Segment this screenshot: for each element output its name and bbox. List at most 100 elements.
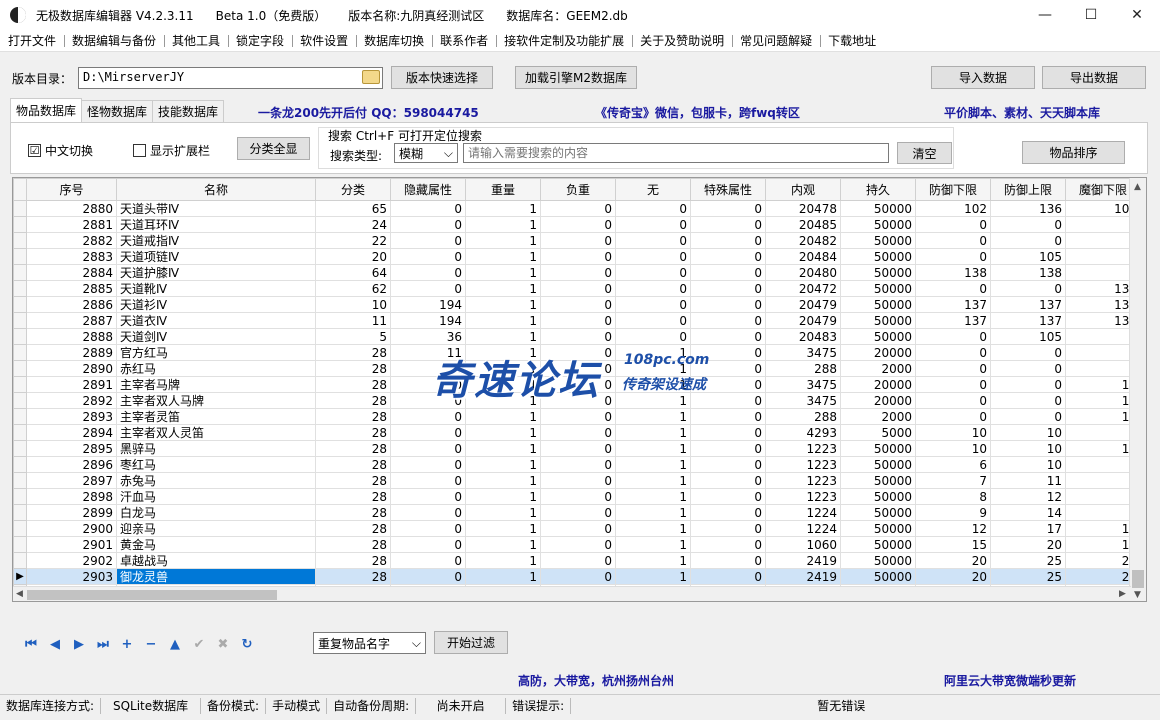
table-cell[interactable]: 0 <box>915 232 991 249</box>
table-cell[interactable]: 2882 <box>26 232 117 249</box>
table-cell[interactable]: 10 <box>915 440 991 457</box>
table-cell[interactable]: 1 <box>615 424 691 441</box>
table-cell[interactable]: 194 <box>390 296 466 313</box>
menu-edit-backup[interactable]: 数据编辑与备份 <box>64 32 164 49</box>
table-cell[interactable]: 0 <box>540 488 616 505</box>
table-cell[interactable]: 11 <box>315 312 391 329</box>
table-cell[interactable]: 0 <box>615 216 691 233</box>
table-cell[interactable]: 0 <box>390 264 466 281</box>
table-cell[interactable]: 1 <box>465 296 541 313</box>
table-cell[interactable]: 0 <box>390 216 466 233</box>
table-cell[interactable]: 1 <box>615 520 691 537</box>
table-cell[interactable]: 28 <box>315 360 391 377</box>
table-cell[interactable]: 0 <box>540 424 616 441</box>
column-header[interactable]: 负重 <box>540 178 616 201</box>
table-cell[interactable]: 0 <box>390 248 466 265</box>
table-cell[interactable]: 0 <box>540 232 616 249</box>
table-cell[interactable]: 11 <box>990 472 1066 489</box>
row-header[interactable] <box>13 440 27 457</box>
table-row[interactable]: 2894主宰者双人灵笛28010104293500010100 <box>13 424 1141 441</box>
table-cell[interactable]: 0 <box>390 200 466 217</box>
row-header[interactable] <box>13 296 27 313</box>
table-cell[interactable]: 0 <box>690 328 766 345</box>
table-cell[interactable]: 0 <box>540 264 616 281</box>
row-header[interactable] <box>13 216 27 233</box>
table-cell[interactable]: 0 <box>615 296 691 313</box>
table-row[interactable]: 2881天道耳环Ⅳ24010002048550000000 <box>13 216 1141 233</box>
table-cell[interactable]: 20484 <box>765 248 841 265</box>
table-cell[interactable]: 天道衣Ⅳ <box>116 312 316 329</box>
table-cell[interactable]: 0 <box>990 216 1066 233</box>
filter-type-select[interactable]: 重复物品名字 ⌵ <box>313 632 426 654</box>
table-cell[interactable]: 20482 <box>765 232 841 249</box>
table-cell[interactable]: 0 <box>540 216 616 233</box>
table-cell[interactable]: 50000 <box>840 312 916 329</box>
table-cell[interactable]: 1223 <box>765 456 841 473</box>
column-header[interactable]: 内观 <box>765 178 841 201</box>
table-cell[interactable]: 4293 <box>765 424 841 441</box>
table-cell[interactable]: 28 <box>315 504 391 521</box>
table-cell[interactable]: 0 <box>390 552 466 569</box>
table-row[interactable]: 2889官方红马28111010347520000000 <box>13 344 1141 361</box>
table-cell[interactable]: 御龙灵兽 <box>116 568 316 585</box>
row-header[interactable] <box>13 344 27 361</box>
table-cell[interactable]: 2896 <box>26 456 117 473</box>
table-cell[interactable]: 2890 <box>26 360 117 377</box>
menu-about[interactable]: 关于及赞助说明 <box>632 32 732 49</box>
table-row[interactable]: 2897赤兔马28010101223500007116 <box>13 472 1141 489</box>
table-cell[interactable]: 1 <box>615 408 691 425</box>
row-header[interactable] <box>13 536 27 553</box>
table-cell[interactable]: 0 <box>690 568 766 585</box>
table-cell[interactable]: 2899 <box>26 504 117 521</box>
table-row[interactable]: 2890赤红马28010102882000000 <box>13 360 1141 377</box>
menu-lock-field[interactable]: 锁定字段 <box>228 32 292 49</box>
row-header[interactable] <box>13 280 27 297</box>
table-cell[interactable]: 0 <box>990 280 1066 297</box>
table-cell[interactable]: 2901 <box>26 536 117 553</box>
table-cell[interactable]: 2888 <box>26 328 117 345</box>
tab-skills[interactable]: 技能数据库 <box>152 100 225 122</box>
table-cell[interactable]: 50000 <box>840 472 916 489</box>
table-cell[interactable]: 0 <box>390 456 466 473</box>
tab-items[interactable]: 物品数据库 <box>10 98 83 122</box>
table-cell[interactable]: 2883 <box>26 248 117 265</box>
table-cell[interactable]: 天道靴Ⅳ <box>116 280 316 297</box>
row-header[interactable] <box>13 552 27 569</box>
table-cell[interactable]: 0 <box>390 536 466 553</box>
table-cell[interactable]: 1224 <box>765 504 841 521</box>
table-cell[interactable]: 137 <box>915 296 991 313</box>
table-cell[interactable]: 黑骍马 <box>116 440 316 457</box>
table-cell[interactable]: 1 <box>465 344 541 361</box>
table-cell[interactable]: 64 <box>315 264 391 281</box>
table-cell[interactable]: 15 <box>915 536 991 553</box>
table-cell[interactable]: 1224 <box>765 520 841 537</box>
dir-input[interactable]: D:\MirserverJY <box>78 67 383 89</box>
table-cell[interactable]: 50000 <box>840 328 916 345</box>
table-cell[interactable]: 1 <box>465 312 541 329</box>
table-cell[interactable]: 1 <box>465 536 541 553</box>
table-cell[interactable]: 102 <box>915 200 991 217</box>
table-cell[interactable]: 1 <box>465 568 541 585</box>
clear-button[interactable]: 清空 <box>897 142 952 164</box>
table-cell[interactable]: 2000 <box>840 360 916 377</box>
remove-icon[interactable]: − <box>140 634 162 654</box>
table-cell[interactable]: 1 <box>465 504 541 521</box>
table-cell[interactable]: 12 <box>990 488 1066 505</box>
row-header[interactable] <box>13 472 27 489</box>
menu-open-file[interactable]: 打开文件 <box>0 32 64 49</box>
table-cell[interactable]: 0 <box>690 440 766 457</box>
table-cell[interactable]: 0 <box>540 360 616 377</box>
horizontal-scrollbar[interactable]: ◀ ▶ <box>13 586 1131 601</box>
table-cell[interactable]: 25 <box>990 568 1066 585</box>
row-header[interactable] <box>13 488 27 505</box>
table-cell[interactable]: 1223 <box>765 472 841 489</box>
table-cell[interactable]: 赤红马 <box>116 360 316 377</box>
table-cell[interactable]: 0 <box>390 408 466 425</box>
table-cell[interactable]: 10 <box>915 424 991 441</box>
vertical-scrollbar[interactable]: ▲ ▼ <box>1129 178 1146 601</box>
maximize-button[interactable]: ☐ <box>1068 0 1114 30</box>
table-cell[interactable]: 1 <box>615 568 691 585</box>
table-cell[interactable]: 2419 <box>765 552 841 569</box>
row-header[interactable] <box>13 232 27 249</box>
table-cell[interactable]: 20 <box>915 568 991 585</box>
